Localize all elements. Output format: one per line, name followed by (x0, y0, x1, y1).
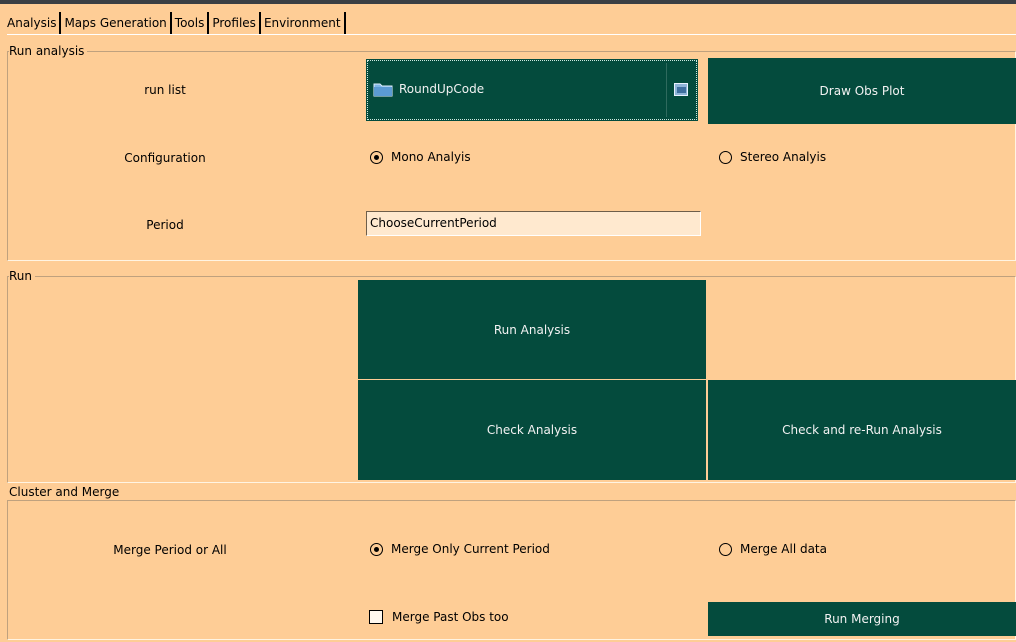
merge-past-label: Merge Past Obs too (392, 610, 509, 624)
tab-profiles[interactable]: Profiles (209, 12, 261, 34)
tab-environment[interactable]: Environment (261, 12, 346, 34)
run-analysis-title: Run analysis (9, 44, 88, 58)
tab-bar: Analysis Maps Generation Tools Profiles … (7, 12, 346, 34)
merge-period-label: Merge Period or All (113, 543, 227, 557)
merge-all-label: Merge All data (740, 542, 827, 556)
file-button-separator (666, 63, 667, 117)
radio-icon (719, 150, 732, 164)
radio-icon (370, 542, 383, 556)
run-list-file-button[interactable]: RoundUpCode (366, 59, 698, 121)
merge-current-radio[interactable]: Merge Only Current Period (370, 542, 550, 556)
check-rerun-analysis-button[interactable]: Check and re-Run Analysis (708, 380, 1016, 480)
mono-analysis-label: Mono Analyis (391, 150, 471, 164)
run-list-label: run list (144, 83, 186, 97)
mono-analysis-radio[interactable]: Mono Analyis (370, 150, 471, 164)
radio-icon (719, 542, 732, 556)
radio-icon (370, 150, 383, 164)
merge-past-checkbox[interactable]: Merge Past Obs too (369, 610, 509, 624)
period-field[interactable]: ChooseCurrentPeriod (366, 211, 701, 236)
cluster-merge-title: Cluster and Merge (9, 485, 123, 499)
stereo-analysis-label: Stereo Analyis (740, 150, 827, 164)
period-label: Period (146, 218, 184, 232)
run-list-value: RoundUpCode (399, 82, 485, 96)
merge-all-radio[interactable]: Merge All data (719, 542, 827, 556)
window-top-border (0, 0, 1016, 4)
tab-maps-generation[interactable]: Maps Generation (61, 12, 172, 34)
tab-underline (7, 34, 1016, 35)
folder-open-icon[interactable] (674, 83, 688, 96)
configuration-label: Configuration (124, 151, 206, 165)
stereo-analysis-radio[interactable]: Stereo Analyis (719, 150, 826, 164)
check-analysis-button[interactable]: Check Analysis (358, 380, 706, 480)
tab-analysis[interactable]: Analysis (7, 12, 62, 34)
merge-current-label: Merge Only Current Period (391, 542, 550, 556)
run-analysis-button[interactable]: Run Analysis (358, 280, 706, 379)
checkbox-icon (369, 610, 383, 624)
folder-icon (373, 83, 393, 97)
draw-obs-plot-button[interactable]: Draw Obs Plot (708, 58, 1016, 124)
tab-tools[interactable]: Tools (172, 12, 210, 34)
run-title: Run (9, 269, 36, 283)
run-merging-button[interactable]: Run Merging (708, 602, 1016, 636)
